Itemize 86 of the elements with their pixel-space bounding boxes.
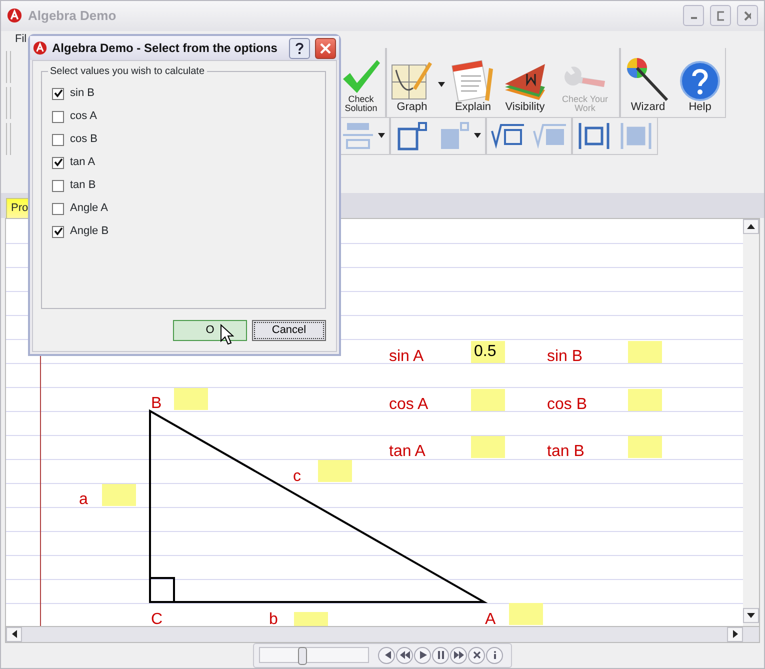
play-button[interactable] bbox=[414, 646, 431, 664]
fast-forward-icon bbox=[454, 650, 464, 660]
answer-box[interactable]: 0.5 bbox=[471, 340, 505, 363]
checkbox[interactable] bbox=[52, 156, 64, 168]
checkbox[interactable] bbox=[52, 88, 64, 100]
toolbar-grip[interactable] bbox=[6, 122, 11, 155]
mouse-cursor-icon bbox=[220, 324, 234, 346]
seek-slider[interactable] bbox=[259, 647, 369, 664]
checkmark-icon bbox=[341, 57, 381, 96]
app-icon bbox=[7, 8, 22, 24]
checkbox-label: tan B bbox=[70, 178, 96, 194]
toolbar-grip[interactable] bbox=[6, 50, 11, 83]
checkbox-label: sin B bbox=[70, 86, 94, 102]
toolbar-grip[interactable] bbox=[6, 86, 11, 119]
checkbox[interactable] bbox=[52, 110, 64, 122]
fast-forward-button[interactable] bbox=[450, 646, 467, 664]
math-label: tan B bbox=[547, 444, 584, 460]
checkbox-label: tan A bbox=[70, 155, 96, 170]
rewind-icon bbox=[400, 650, 410, 660]
caret-icon bbox=[378, 133, 385, 138]
maximize-button[interactable] bbox=[710, 5, 731, 26]
caret-icon bbox=[474, 133, 481, 138]
scroll-up-button[interactable] bbox=[743, 218, 759, 234]
close-button[interactable] bbox=[737, 5, 758, 26]
math-label: cos A bbox=[389, 396, 428, 413]
checkbox[interactable] bbox=[52, 180, 64, 192]
checkmark-icon bbox=[54, 227, 62, 236]
document-pencil-icon bbox=[451, 60, 495, 102]
math-label: C bbox=[151, 612, 163, 626]
checkmark-icon bbox=[54, 158, 62, 167]
checkbox[interactable] bbox=[52, 202, 64, 214]
filled-absolute-value-icon bbox=[619, 120, 653, 151]
checkbox-label: Angle B bbox=[70, 224, 109, 240]
scroll-right-button[interactable] bbox=[727, 626, 743, 642]
math-label: sin B bbox=[547, 348, 583, 365]
checkbox[interactable] bbox=[52, 134, 64, 146]
stop-button[interactable] bbox=[468, 646, 485, 664]
down-arrow-icon bbox=[747, 612, 755, 618]
math-label: cos B bbox=[547, 396, 588, 413]
graph-button[interactable]: Graph bbox=[387, 60, 447, 117]
math-label: sin A bbox=[389, 348, 424, 365]
math-label: A bbox=[485, 612, 496, 626]
magic-wand-icon bbox=[625, 56, 671, 102]
minimize-button[interactable] bbox=[683, 5, 704, 26]
visibility-button[interactable]: Visibility bbox=[499, 60, 551, 117]
checkbox-label: Angle A bbox=[70, 201, 108, 216]
math-label: c bbox=[293, 468, 301, 485]
skip-back-button[interactable] bbox=[378, 646, 395, 664]
absolute-value-icon bbox=[577, 120, 611, 151]
math-label: b bbox=[269, 612, 278, 626]
math-label: tan A bbox=[389, 444, 426, 460]
checkbox-label: cos A bbox=[70, 109, 97, 124]
slider-thumb[interactable] bbox=[298, 647, 307, 666]
math-label: a bbox=[79, 492, 88, 508]
info-button[interactable] bbox=[486, 646, 503, 664]
cancel-button[interactable]: Cancel bbox=[252, 320, 326, 341]
help-icon bbox=[679, 60, 721, 102]
right-arrow-icon bbox=[732, 630, 738, 638]
wizard-button[interactable]: Wizard bbox=[621, 56, 675, 117]
menu-item[interactable]: Fil bbox=[15, 31, 27, 48]
window-title: Algebra Demo bbox=[28, 7, 116, 26]
scroll-down-button[interactable] bbox=[743, 608, 759, 623]
play-icon bbox=[418, 650, 428, 660]
ok-button[interactable]: O bbox=[173, 320, 247, 341]
align-icon bbox=[341, 120, 375, 151]
help-button[interactable]: Help bbox=[675, 60, 725, 117]
pause-button[interactable] bbox=[432, 646, 449, 664]
left-arrow-icon bbox=[12, 630, 16, 638]
checkmark-icon bbox=[54, 89, 62, 98]
scroll-left-button[interactable] bbox=[6, 626, 22, 642]
app-icon bbox=[33, 41, 47, 55]
explain-button[interactable]: Explain bbox=[447, 60, 499, 117]
caret-icon bbox=[438, 82, 445, 88]
question-mark-icon bbox=[295, 42, 304, 54]
help-button[interactable] bbox=[289, 38, 310, 58]
close-button[interactable] bbox=[315, 38, 336, 58]
rewind-button[interactable] bbox=[396, 646, 413, 664]
pause-icon bbox=[436, 650, 446, 660]
square-superscript-icon bbox=[395, 120, 429, 151]
checkbox-label: cos B bbox=[70, 132, 98, 148]
dialog-title: Algebra Demo - Select from the options bbox=[52, 40, 278, 57]
up-arrow-icon bbox=[747, 224, 755, 229]
math-label: B bbox=[151, 396, 162, 412]
graph-icon bbox=[391, 60, 433, 102]
group-label: Select values you wish to calculate bbox=[48, 64, 207, 79]
checkbox[interactable] bbox=[52, 226, 64, 238]
